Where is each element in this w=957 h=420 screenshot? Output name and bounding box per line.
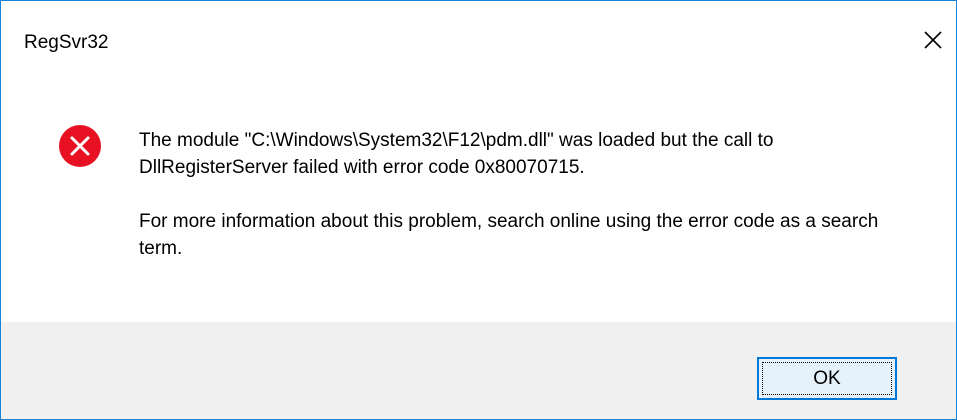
- title-bar: RegSvr32: [1, 1, 956, 87]
- error-message: The module "C:\Windows\System32\F12\pdm.…: [139, 127, 919, 262]
- ok-button[interactable]: OK: [757, 357, 897, 400]
- close-icon: [924, 31, 942, 49]
- button-bar: OK: [1, 322, 956, 419]
- error-icon: [59, 125, 101, 167]
- window-title: RegSvr32: [24, 32, 109, 53]
- regsvr32-dialog: RegSvr32 The module "C:\Windows\System32…: [0, 0, 957, 420]
- dialog-content: The module "C:\Windows\System32\F12\pdm.…: [1, 87, 956, 322]
- close-button[interactable]: [910, 17, 956, 63]
- error-message-primary: The module "C:\Windows\System32\F12\pdm.…: [139, 130, 774, 178]
- ok-button-label: OK: [813, 367, 841, 389]
- error-message-secondary: For more information about this problem,…: [139, 211, 879, 259]
